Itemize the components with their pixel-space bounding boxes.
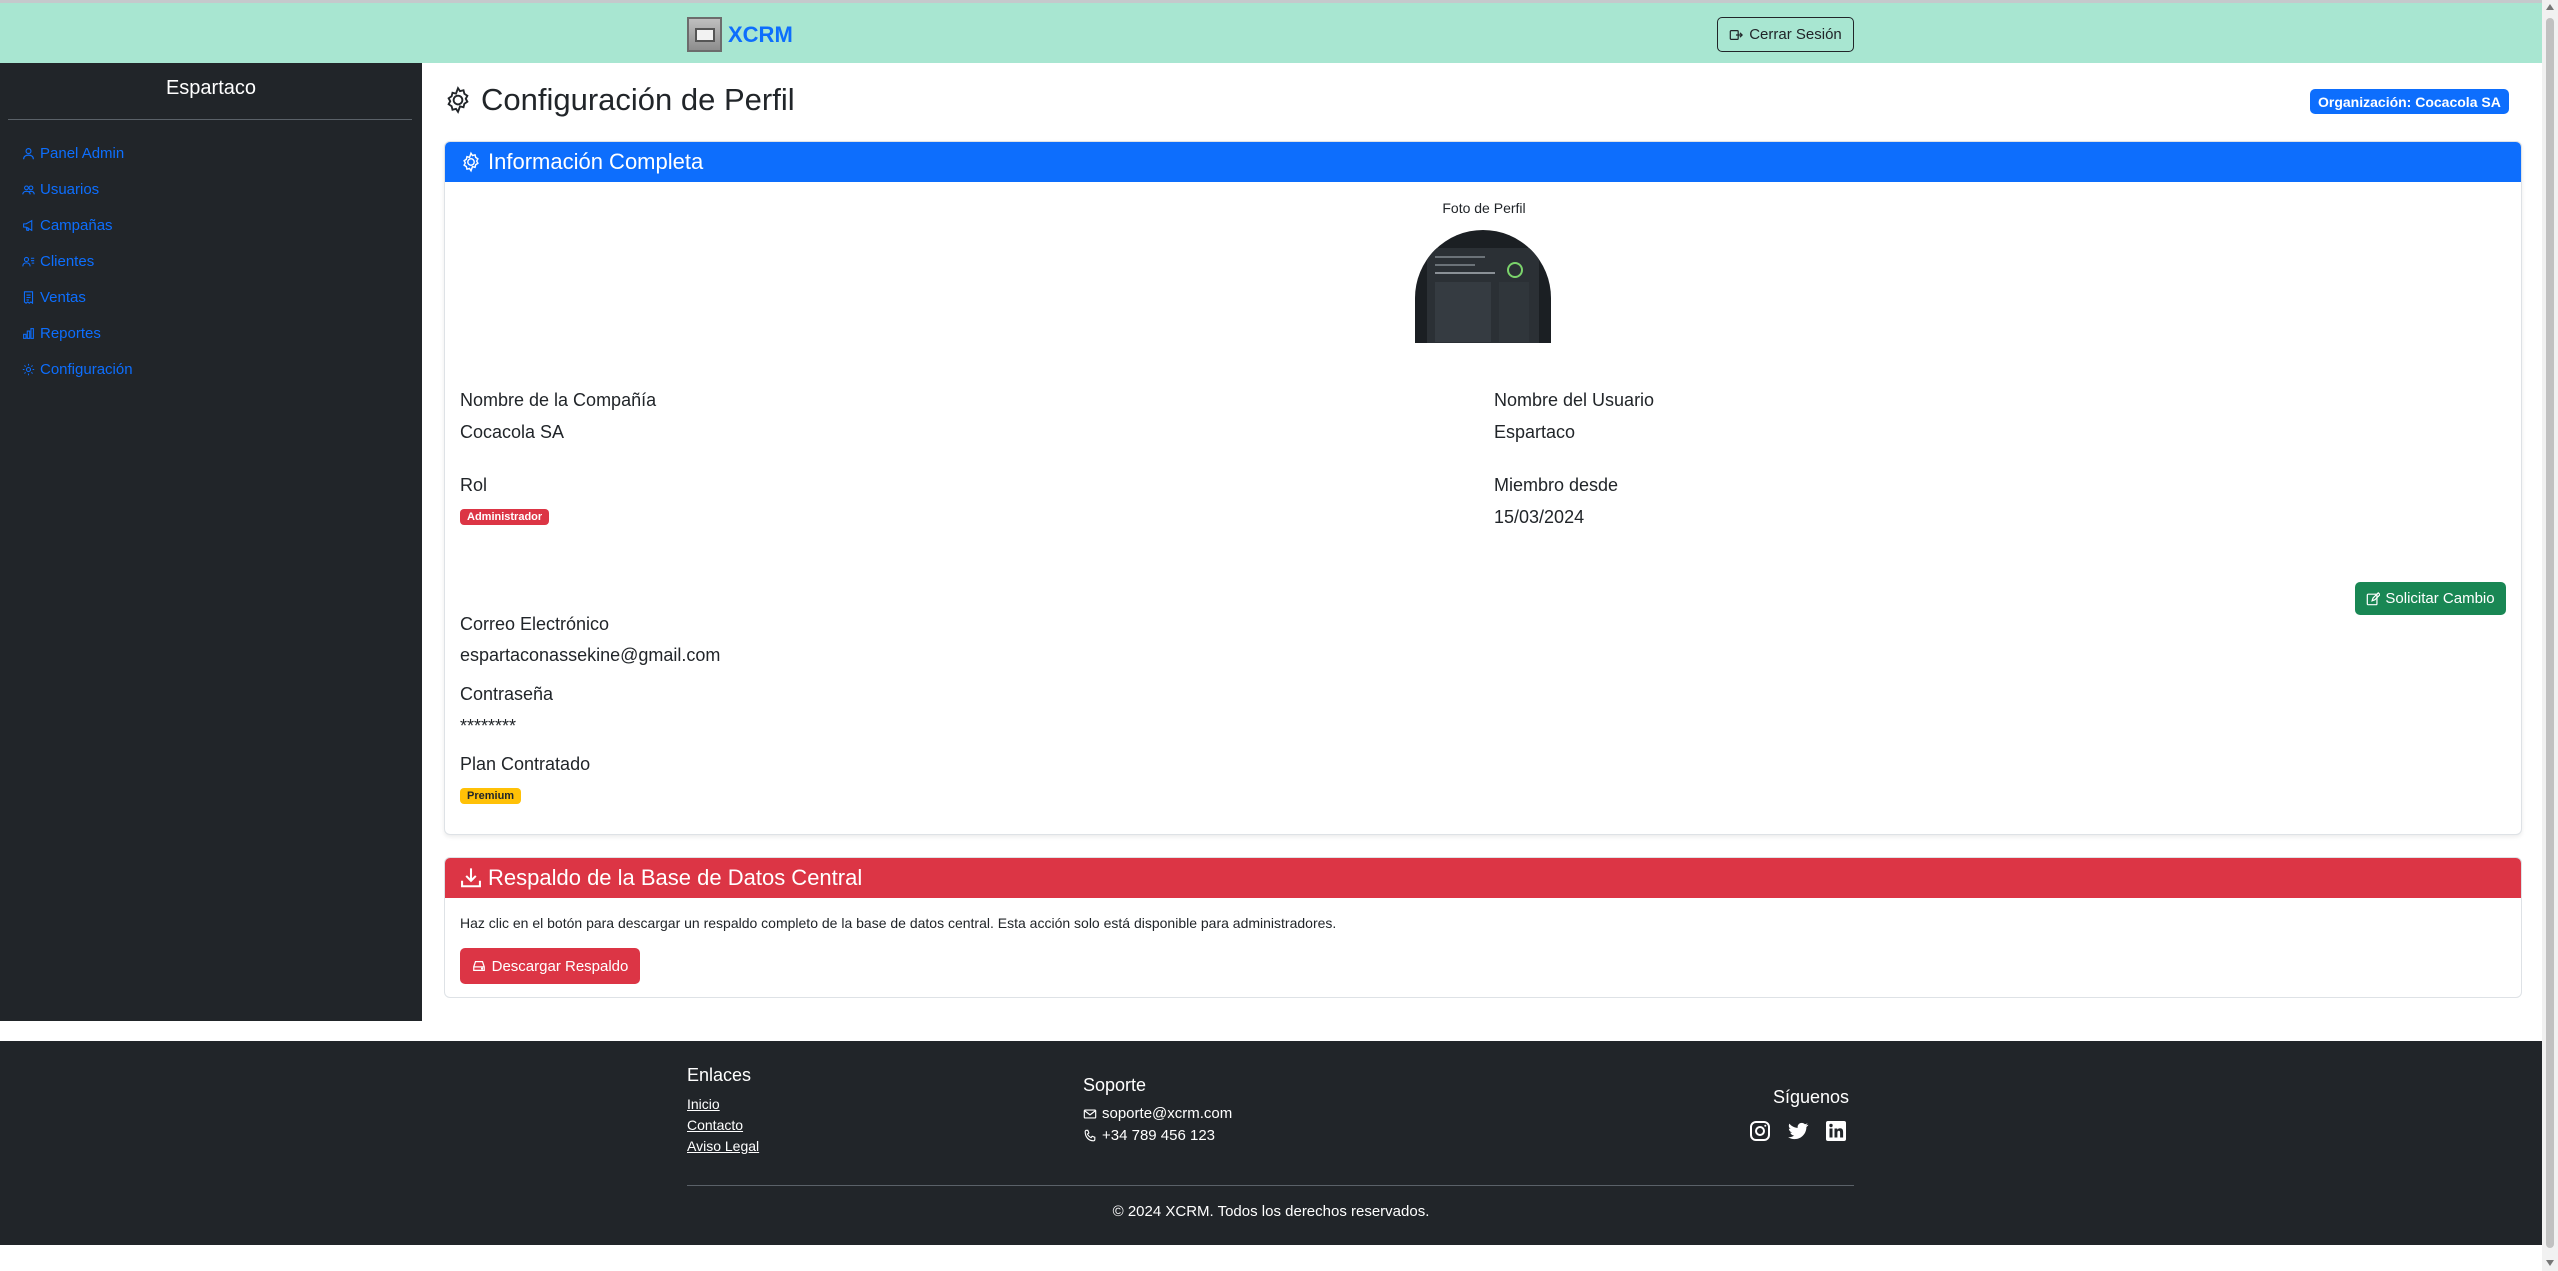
request-change-button[interactable]: Solicitar Cambio	[2355, 582, 2506, 615]
gear-icon	[22, 363, 35, 376]
company-name-value: Cocacola SA	[460, 422, 565, 442]
gear-icon	[463, 151, 479, 173]
sidebar-item-ventas[interactable]: Ventas	[22, 289, 86, 306]
profile-info-card: Información Completa Foto de Perfil Nomb…	[444, 141, 2522, 835]
social-links	[1748, 1119, 1848, 1143]
download-icon	[461, 868, 481, 888]
brand-logo-icon	[687, 17, 722, 52]
support-email-text: soporte@xcrm.com	[1102, 1105, 1233, 1122]
download-backup-label: Descargar Respaldo	[491, 957, 629, 975]
gear-icon	[447, 86, 469, 114]
sidebar: Espartaco Panel Admin Usuarios Campañas …	[0, 63, 422, 1021]
role-label: Rol	[460, 475, 488, 495]
sidebar-divider	[8, 119, 412, 120]
footer-links-title: Enlaces	[687, 1065, 752, 1085]
receipt-icon	[23, 291, 34, 304]
user-name-label: Nombre del Usuario	[1494, 390, 1655, 410]
company-name-label: Nombre de la Compañía	[460, 390, 657, 410]
brand[interactable]: XCRM	[687, 17, 793, 52]
twitter-icon[interactable]	[1786, 1119, 1810, 1143]
logout-icon	[1729, 29, 1744, 40]
member-since-value: 15/03/2024	[1494, 507, 1585, 527]
sidebar-item-label: Usuarios	[40, 181, 100, 198]
plan-label: Plan Contratado	[460, 754, 591, 774]
footer-social-title: Síguenos	[1773, 1087, 1850, 1107]
card-title: Información Completa	[488, 149, 704, 174]
page-title: Configuración de Perfil	[443, 82, 795, 118]
sidebar-item-usuarios[interactable]: Usuarios	[22, 181, 99, 198]
page-scrollbar[interactable]	[2542, 0, 2558, 1271]
sidebar-item-label: Campañas	[40, 217, 113, 234]
footer: Enlaces Inicio Contacto Aviso Legal Sopo…	[0, 1041, 2542, 1245]
footer-divider	[687, 1185, 1854, 1186]
password-value: ********	[460, 716, 517, 736]
profile-info-card-header: Información Completa	[445, 142, 2521, 182]
plan-badge: Premium	[460, 788, 522, 804]
sidebar-item-label: Configuración	[40, 361, 133, 378]
download-backup-button[interactable]: Descargar Respaldo	[460, 948, 640, 984]
backup-description: Haz clic en el botón para descargar un r…	[460, 915, 1337, 931]
support-phone-text: +34 789 456 123	[1102, 1127, 1216, 1144]
support-email[interactable]: soporte@xcrm.com	[1083, 1105, 1232, 1122]
organization-badge: Organización: Cocacola SA	[2310, 89, 2509, 114]
scroll-up-icon[interactable]	[2546, 4, 2554, 10]
sidebar-item-label: Ventas	[40, 289, 86, 306]
megaphone-icon	[23, 219, 33, 232]
sidebar-item-label: Clientes	[40, 253, 95, 270]
profile-photo[interactable]	[1415, 230, 1551, 343]
sidebar-item-label: Reportes	[40, 325, 101, 342]
backup-card-header: Respaldo de la Base de Datos Central	[445, 858, 2521, 898]
sidebar-item-campanas[interactable]: Campañas	[22, 217, 113, 234]
footer-link-inicio[interactable]: Inicio	[687, 1096, 720, 1112]
scroll-down-icon[interactable]	[2546, 1260, 2554, 1266]
linkedin-icon[interactable]	[1824, 1119, 1848, 1143]
hdd-icon	[472, 961, 485, 971]
support-phone: +34 789 456 123	[1083, 1127, 1215, 1144]
bar-chart-icon	[23, 328, 34, 339]
role-badge: Administrador	[460, 509, 550, 525]
people-icon	[22, 185, 35, 195]
sidebar-item-label: Panel Admin	[40, 145, 125, 162]
footer-link-contacto[interactable]: Contacto	[687, 1117, 743, 1133]
backup-card: Respaldo de la Base de Datos Central Haz…	[444, 857, 2522, 998]
email-label: Correo Electrónico	[460, 614, 610, 634]
footer-link-aviso-legal[interactable]: Aviso Legal	[687, 1138, 759, 1154]
sidebar-item-configuracion[interactable]: Configuración	[22, 361, 133, 378]
phone-icon	[1084, 1129, 1096, 1141]
member-since-label: Miembro desde	[1494, 475, 1619, 495]
scroll-thumb[interactable]	[2546, 18, 2554, 1248]
top-navbar: XCRM Cerrar Sesión	[0, 0, 2542, 63]
sidebar-item-reportes[interactable]: Reportes	[22, 325, 101, 342]
password-label: Contraseña	[460, 684, 554, 704]
sidebar-item-panel-admin[interactable]: Panel Admin	[22, 145, 124, 162]
envelope-icon	[1083, 1108, 1097, 1119]
footer-support-title: Soporte	[1083, 1075, 1147, 1095]
logout-label: Cerrar Sesión	[1749, 26, 1842, 43]
brand-name[interactable]: XCRM	[728, 22, 793, 48]
card-title: Respaldo de la Base de Datos Central	[488, 865, 863, 890]
page-title-text: Configuración de Perfil	[481, 82, 795, 117]
profile-photo-label: Foto de Perfil	[1442, 200, 1526, 216]
edit-icon	[2367, 591, 2381, 605]
instagram-icon[interactable]	[1748, 1119, 1772, 1143]
person-lines-icon	[22, 256, 35, 267]
user-name-value: Espartaco	[1494, 422, 1576, 442]
sidebar-user-name: Espartaco	[165, 77, 257, 99]
sidebar-item-clientes[interactable]: Clientes	[22, 253, 94, 270]
person-icon	[23, 148, 34, 160]
logout-button[interactable]: Cerrar Sesión	[1717, 17, 1854, 52]
copyright: © 2024 XCRM. Todos los derechos reservad…	[1112, 1203, 1430, 1220]
email-value: espartaconassekine@gmail.com	[460, 645, 721, 665]
request-change-label: Solicitar Cambio	[2385, 590, 2495, 607]
